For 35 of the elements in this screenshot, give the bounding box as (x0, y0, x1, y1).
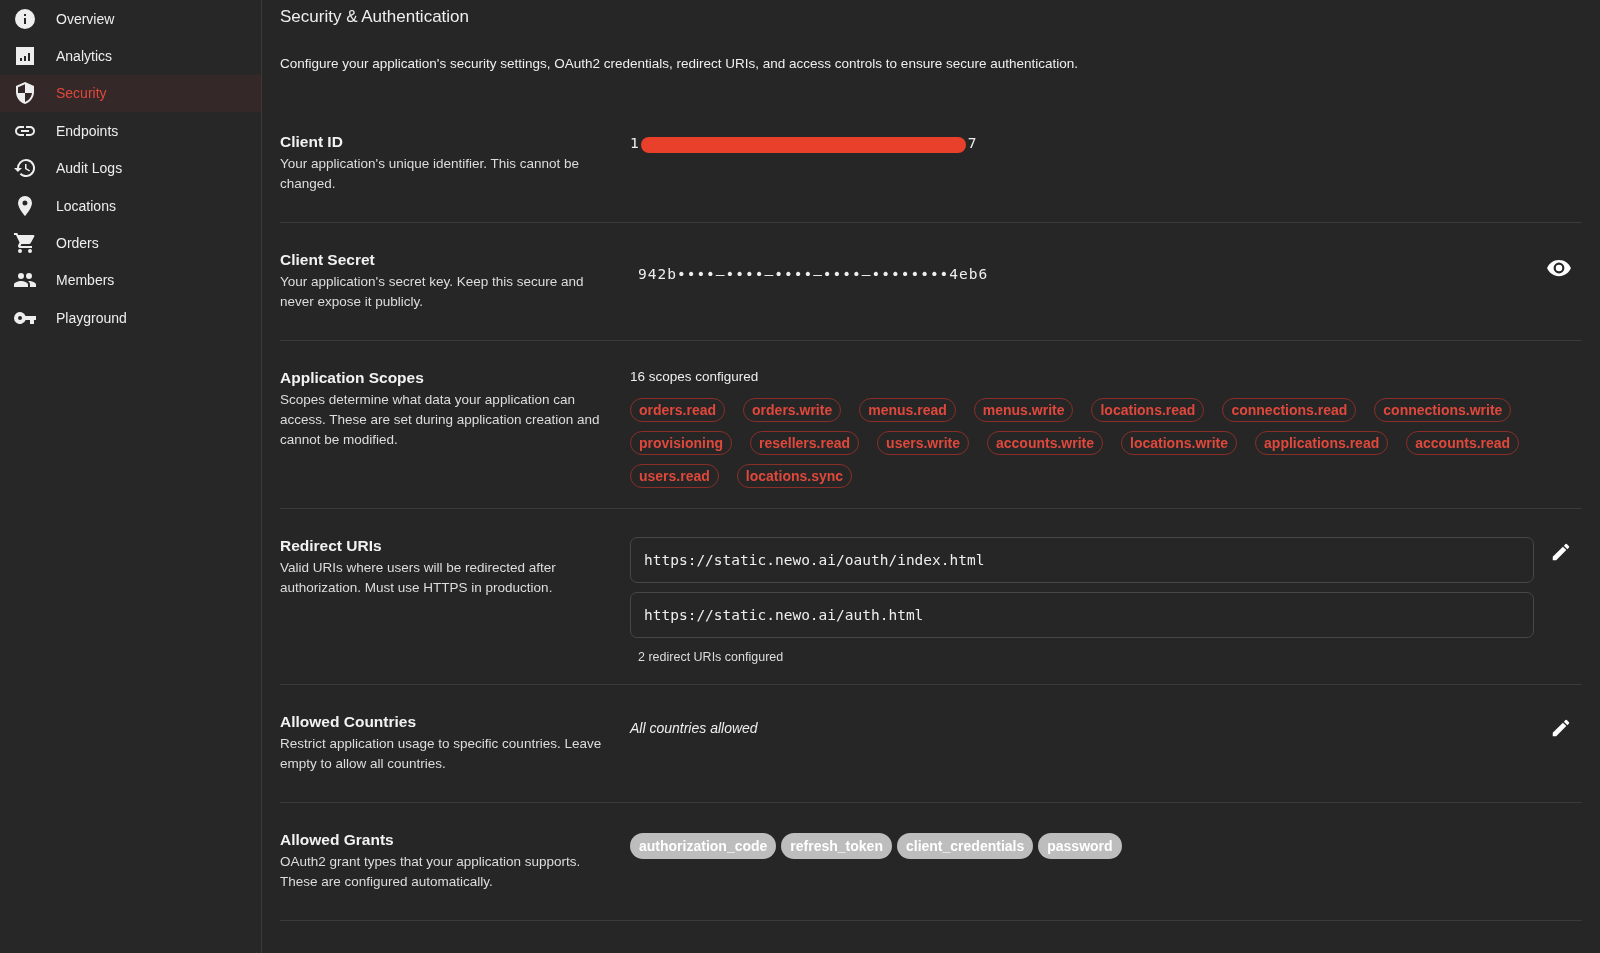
section-description: Scopes determine what data your application can access. These are set during application creation and cannot be modified. (280, 391, 601, 449)
section-title: Allowed Countries (280, 713, 418, 731)
section-title: Client ID (280, 133, 344, 151)
section-description: Your application's secret key. Keep this secure and never expose it publicly. (280, 273, 585, 311)
grant-chip: password (1038, 833, 1122, 859)
client-id-value: 7 (967, 135, 977, 151)
section-title: Redirect URIs (280, 537, 383, 555)
sidebar-item[interactable]: Members (0, 261, 261, 300)
grant-chip: authorization_code (630, 833, 777, 859)
section-description: Restrict application usage to specific countries. Leave empty to allow all countries. (280, 735, 603, 773)
page-title: Security & Authentication (280, 6, 470, 28)
sidebar-item[interactable]: Audit Logs (0, 149, 261, 187)
sidebar-item[interactable]: Security (0, 74, 261, 113)
sidebar-item[interactable]: Orders (0, 224, 261, 262)
section-description: Valid URIs where users will be redirected after authorization. Must use HTTPS in production. (280, 559, 557, 597)
sidebar-item[interactable]: Analytics (0, 37, 261, 75)
page-description: Configure your application's security settings, OAuth2 credentials, redirect URIs, and access controls to ensure secure authentication. (280, 55, 1079, 73)
section-title: Allowed Grants (280, 831, 395, 849)
scope-count: 16 scopes configured (630, 369, 760, 384)
client-secret-value: 942b••••–••••–••••–••••–••••••••4eb6 (637, 266, 989, 282)
redirect-uri-field[interactable]: https://static.newo.ai/auth.html (630, 592, 1534, 638)
client-id-value: 1 (630, 135, 639, 151)
section-description: Your application's unique identifier. This cannot be changed. (280, 155, 581, 193)
section-title: Client Secret (280, 251, 376, 269)
sidebar-item[interactable]: Overview (0, 0, 261, 38)
countries-value: All countries allowed (630, 720, 758, 736)
section-title: Application Scopes (280, 369, 425, 387)
section-description: OAuth2 grant types that your application supports. These are configured automatically. (280, 853, 582, 891)
redirect-uri-field[interactable]: https://static.newo.ai/oauth/index.html (630, 537, 1534, 583)
grant-chip: client_credentials (896, 833, 1034, 859)
redirect-uri-count: 2 redirect URIs configured (637, 650, 785, 664)
grant-chip: refresh_token (781, 833, 892, 859)
sidebar-item[interactable]: Playground (0, 299, 261, 337)
sidebar-item[interactable]: Locations (0, 186, 261, 225)
sidebar-item[interactable]: Endpoints (0, 112, 261, 150)
